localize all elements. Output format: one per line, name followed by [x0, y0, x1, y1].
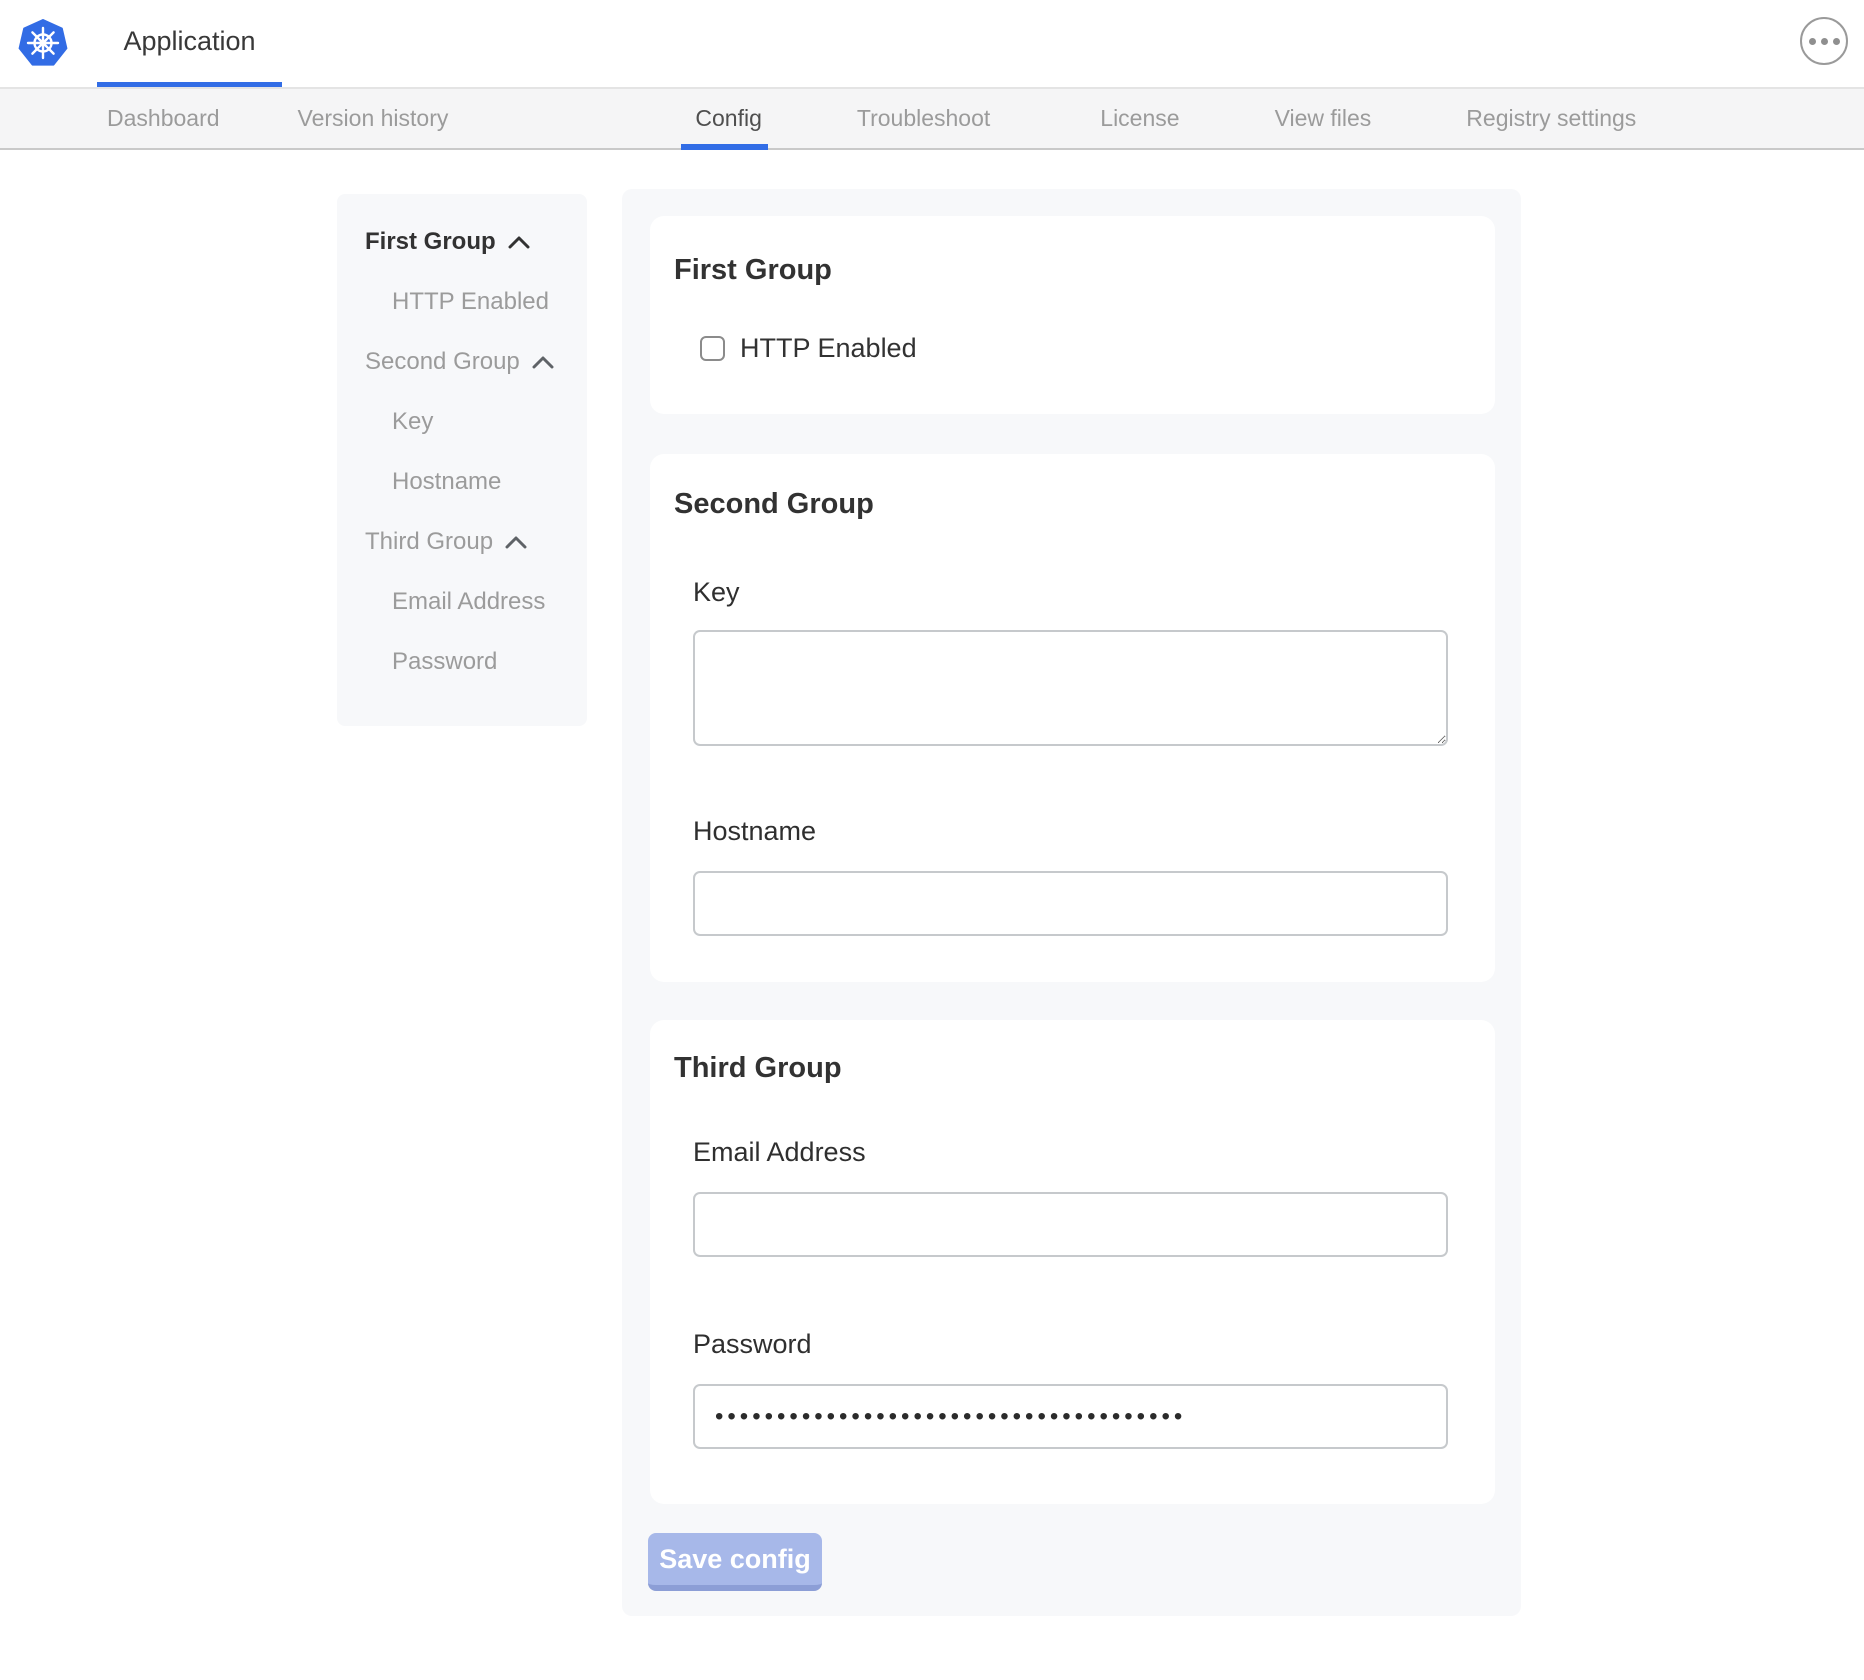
tab-version-history[interactable]: Version history — [298, 89, 449, 148]
tab-label: Registry settings — [1466, 105, 1636, 132]
tab-license[interactable]: License — [1100, 89, 1179, 148]
tab-label: Version history — [298, 105, 449, 132]
tab-label: Dashboard — [107, 105, 220, 132]
tab-registry-settings[interactable]: Registry settings — [1466, 89, 1636, 148]
sidebar-item-http-enabled[interactable]: HTTP Enabled — [337, 272, 587, 332]
config-sidebar: First Group HTTP Enabled Second Group Ke… — [337, 194, 587, 726]
ellipsis-dot — [1809, 38, 1816, 45]
tab-label: Troubleshoot — [857, 105, 990, 132]
tab-troubleshoot[interactable]: Troubleshoot — [857, 89, 990, 148]
save-config-button[interactable]: Save config — [648, 1533, 822, 1591]
sidebar-item-password[interactable]: Password — [337, 632, 587, 692]
http-enabled-checkbox-row[interactable]: HTTP Enabled — [700, 333, 1448, 364]
app-title-tab[interactable]: Application — [97, 0, 282, 87]
sidebar-group-second-group[interactable]: Second Group — [337, 332, 587, 392]
config-form-panel: First Group HTTP Enabled Second Group Ke… — [622, 189, 1521, 1616]
ellipsis-dot — [1821, 38, 1828, 45]
hostname-input[interactable] — [693, 871, 1448, 936]
tab-label: License — [1100, 105, 1179, 132]
group-title: Second Group — [674, 488, 1448, 521]
sidebar-item-hostname[interactable]: Hostname — [337, 452, 587, 512]
config-group-card-first: First Group HTTP Enabled — [650, 216, 1495, 414]
key-textarea[interactable] — [693, 630, 1448, 746]
chevron-up-icon — [532, 356, 554, 369]
tab-view-files[interactable]: View files — [1275, 89, 1372, 148]
password-field-label: Password — [693, 1329, 1448, 1360]
sidebar-item-label: Hostname — [392, 468, 501, 496]
sidebar-item-email-address[interactable]: Email Address — [337, 572, 587, 632]
sidebar-group-third-group[interactable]: Third Group — [337, 512, 587, 572]
key-field-label: Key — [693, 577, 1448, 608]
sidebar-item-key[interactable]: Key — [337, 392, 587, 452]
ellipsis-menu-button[interactable] — [1800, 17, 1848, 65]
chevron-up-icon — [508, 236, 530, 249]
tab-dashboard[interactable]: Dashboard — [107, 89, 220, 148]
config-group-card-third: Third Group Email Address Password — [650, 1020, 1495, 1504]
sidebar-item-label: Password — [392, 648, 497, 676]
group-title: First Group — [674, 254, 1448, 287]
app-header: Application — [0, 0, 1864, 89]
kubernetes-logo-icon — [18, 19, 68, 67]
http-enabled-label: HTTP Enabled — [740, 333, 917, 364]
app-nav-bar: Dashboard Version history Config Trouble… — [0, 89, 1864, 150]
password-input[interactable] — [693, 1384, 1448, 1449]
email-field-label: Email Address — [693, 1137, 1448, 1168]
group-title: Third Group — [674, 1052, 1448, 1085]
tab-config[interactable]: Config — [695, 89, 761, 148]
chevron-up-icon — [505, 536, 527, 549]
config-page: First Group HTTP Enabled Second Group Ke… — [0, 150, 1864, 1676]
tab-label: View files — [1275, 105, 1372, 132]
ellipsis-dot — [1833, 38, 1840, 45]
sidebar-group-label: First Group — [365, 228, 496, 256]
sidebar-item-label: HTTP Enabled — [392, 288, 549, 316]
app-title: Application — [123, 26, 255, 57]
sidebar-item-label: Email Address — [392, 588, 545, 616]
email-address-input[interactable] — [693, 1192, 1448, 1257]
sidebar-group-label: Second Group — [365, 348, 520, 376]
sidebar-group-label: Third Group — [365, 528, 493, 556]
tab-label: Config — [695, 105, 761, 132]
hostname-field-label: Hostname — [693, 816, 1448, 847]
http-enabled-checkbox[interactable] — [700, 336, 725, 361]
config-group-card-second: Second Group Key Hostname — [650, 454, 1495, 982]
sidebar-item-label: Key — [392, 408, 433, 436]
sidebar-group-first-group[interactable]: First Group — [337, 212, 587, 272]
